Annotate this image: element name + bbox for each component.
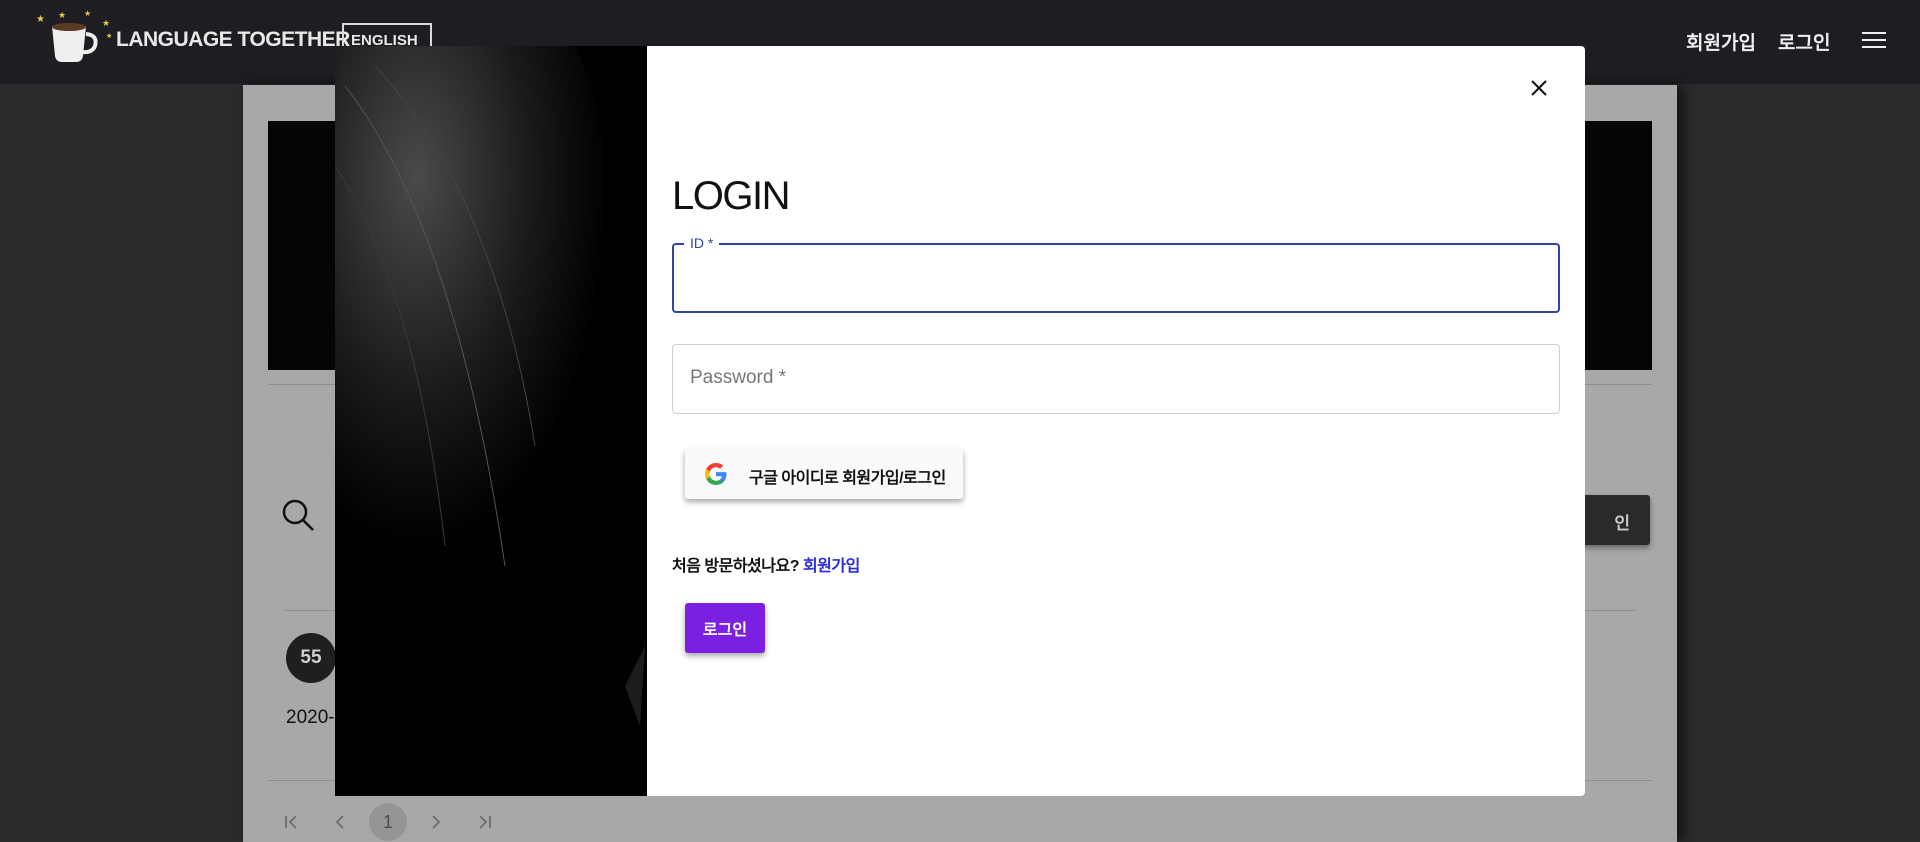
post-date: 2020-	[286, 707, 335, 728]
google-login-button[interactable]: 구글 아이디로 회원가입/로그인	[685, 449, 963, 499]
google-icon	[705, 463, 727, 485]
login-title: LOGIN	[672, 174, 790, 218]
svg-text:★: ★	[36, 14, 45, 25]
modal-side-image	[335, 46, 648, 796]
google-button-label: 구글 아이디로 회원가입/로그인	[749, 470, 946, 487]
coffee-cup-logo-icon[interactable]: ★ ★ ★ ★ ★	[34, 8, 114, 64]
password-field[interactable]: Password *	[672, 344, 1560, 414]
brand-name[interactable]: LANGUAGE TOGETHER	[116, 28, 350, 52]
svg-text:★: ★	[84, 9, 91, 18]
nav-login-link[interactable]: 로그인	[1778, 28, 1830, 55]
page-number-current[interactable]: 1	[369, 803, 407, 841]
svg-text:★: ★	[58, 11, 66, 21]
first-page-icon[interactable]	[273, 803, 311, 841]
id-field[interactable]: ID *	[672, 235, 1560, 313]
post-number-badge: 55	[286, 633, 336, 683]
first-visit-text: 처음 방문하셨나요?	[672, 558, 799, 575]
signup-link[interactable]: 회원가입	[803, 558, 860, 575]
id-input[interactable]	[674, 245, 1558, 311]
login-button[interactable]: 로그인	[685, 603, 765, 653]
nav-signup-link[interactable]: 회원가입	[1686, 28, 1756, 55]
login-modal: LOGIN ID * Password * 구글 아이디로 회원가입/로그인 처…	[647, 46, 1585, 796]
pagination: 1	[273, 803, 513, 842]
search-icon[interactable]	[281, 498, 315, 532]
hamburger-menu-icon[interactable]	[1862, 32, 1886, 50]
last-page-icon[interactable]	[465, 803, 503, 841]
password-input[interactable]	[673, 345, 1559, 413]
close-icon[interactable]	[1523, 72, 1555, 104]
next-page-icon[interactable]	[417, 803, 455, 841]
prev-page-icon[interactable]	[321, 803, 359, 841]
svg-text:★: ★	[106, 32, 112, 40]
first-visit-prompt: 처음 방문하셨나요? 회원가입	[672, 552, 860, 576]
svg-text:★: ★	[102, 19, 110, 29]
